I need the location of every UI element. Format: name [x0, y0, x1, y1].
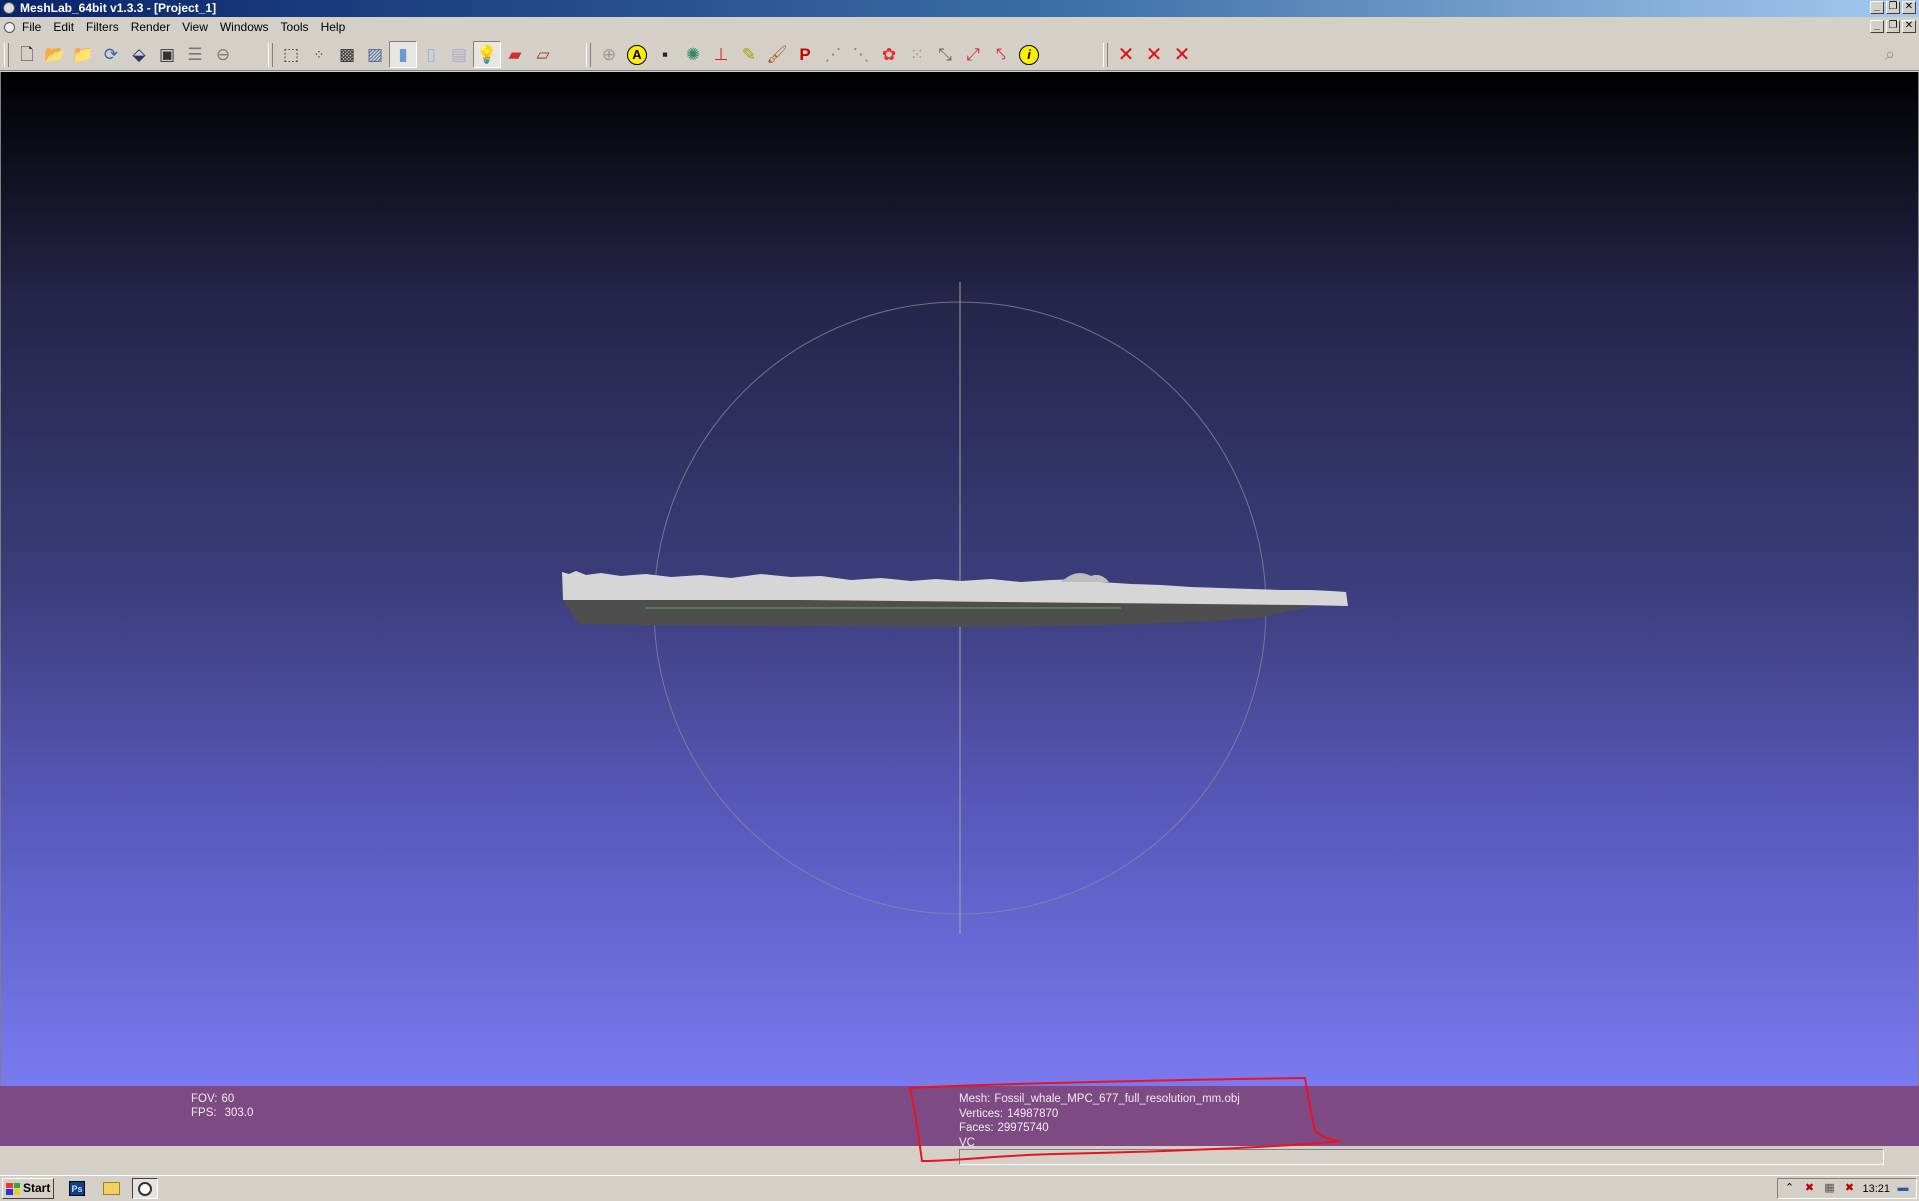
- doc-close-button[interactable]: ✕: [1902, 20, 1916, 33]
- delete-faces-icon[interactable]: ✕: [1140, 41, 1168, 68]
- axis-icon[interactable]: ⊥: [707, 41, 735, 68]
- windows-logo-icon: [6, 1182, 20, 1195]
- fps-label: FPS:: [191, 1107, 217, 1119]
- quality-icon[interactable]: ✿: [875, 41, 903, 68]
- explorer-quicklaunch[interactable]: [98, 1178, 124, 1199]
- system-tray: ⌃ ✖ ▦ ✖ 13:21 ▬: [1777, 1178, 1917, 1199]
- fov-value: 60: [221, 1093, 235, 1105]
- manual-align-icon[interactable]: ⤢: [959, 41, 987, 68]
- main-toolbar: 🗋 📂 📁 ⟳ ⬙ ▣ ☰ ⊖ ⬚ ⁘ ▩ ▨ ▮ ▯ ▤ 💡 ▰ ▱ ⊕ A …: [0, 38, 1919, 71]
- reload-icon[interactable]: ⟳: [97, 41, 125, 68]
- edit-toolbar: ⊕ A ▪ ✺ ⊥ ✎ 🖌 P ⋰ ⋱ ✿ ⁙ ⤡ ⤢ ⤣ i: [586, 41, 1043, 68]
- expand-tray-icon[interactable]: ⌃: [1782, 1182, 1796, 1195]
- menu-filters[interactable]: Filters: [80, 18, 125, 37]
- annotation-icon[interactable]: A: [623, 41, 651, 68]
- wireframe-icon[interactable]: ▩: [333, 41, 361, 68]
- 3d-viewport[interactable]: [0, 72, 1919, 1086]
- select-vertices-icon[interactable]: ⋱: [847, 41, 875, 68]
- meshlab-taskbar-button[interactable]: [132, 1178, 158, 1199]
- smooth-shading-icon[interactable]: ▯: [417, 41, 445, 68]
- security-icon[interactable]: ▬: [1896, 1182, 1910, 1195]
- texture-icon[interactable]: ▤: [445, 41, 473, 68]
- delete-vertices-icon[interactable]: ✕: [1168, 41, 1196, 68]
- select-faces-icon[interactable]: ⋰: [819, 41, 847, 68]
- align-icon[interactable]: P: [791, 41, 819, 68]
- raster-icon[interactable]: ▪: [651, 41, 679, 68]
- volume-icon[interactable]: ✖: [1842, 1182, 1856, 1195]
- document-window-controls: _ ❐ ✕: [1870, 20, 1916, 33]
- open-project-icon[interactable]: 📁: [69, 41, 97, 68]
- fov-label: FOV:: [191, 1093, 218, 1105]
- delete-toolbar: ✕ ✕ ✕: [1103, 41, 1196, 68]
- menu-help[interactable]: Help: [315, 18, 352, 37]
- clock[interactable]: 13:21: [1862, 1183, 1890, 1195]
- mesh-detail-bump: [1061, 573, 1109, 582]
- taskbar: Start Ps ⌃ ✖ ▦ ✖ 13:21 ▬: [0, 1175, 1919, 1201]
- toolbar-grip[interactable]: [586, 42, 591, 67]
- folder-icon: [102, 1182, 120, 1195]
- menu-tools[interactable]: Tools: [275, 18, 315, 37]
- new-document-icon[interactable]: 🗋: [13, 41, 41, 68]
- bounding-box-icon[interactable]: ⬚: [277, 41, 305, 68]
- delete-icon[interactable]: ✕: [1112, 41, 1140, 68]
- hidden-lines-icon[interactable]: ▨: [361, 41, 389, 68]
- window-controls: _ ❐ ✕: [1870, 1, 1916, 14]
- pick-points-icon[interactable]: ⤣: [987, 41, 1015, 68]
- measure-icon[interactable]: ⤡: [931, 41, 959, 68]
- window-title: MeshLab_64bit v1.3.3 - [Project_1]: [20, 1, 217, 15]
- open-folder-icon[interactable]: 📂: [41, 41, 69, 68]
- search-icon[interactable]: ⌕: [1885, 44, 1905, 64]
- info-icon[interactable]: i: [1015, 41, 1043, 68]
- document-icon[interactable]: [4, 22, 15, 33]
- fps-value: 303.0: [224, 1107, 254, 1119]
- display-icon[interactable]: ▦: [1822, 1182, 1836, 1195]
- backface-icon[interactable]: ▱: [529, 41, 557, 68]
- close-button[interactable]: ✕: [1902, 1, 1916, 14]
- toolbar-grip[interactable]: [268, 42, 273, 67]
- network-icon[interactable]: ✖: [1802, 1182, 1816, 1195]
- trackball-icon[interactable]: ⊕: [595, 41, 623, 68]
- photoshop-quicklaunch[interactable]: Ps: [64, 1178, 90, 1199]
- menu-render[interactable]: Render: [125, 18, 176, 37]
- toolbar-grip[interactable]: [4, 42, 9, 67]
- lighting-icon[interactable]: 💡: [473, 41, 501, 68]
- fancy-lighting-icon[interactable]: ▰: [501, 41, 529, 68]
- menu-windows[interactable]: Windows: [214, 18, 275, 37]
- flat-shading-icon[interactable]: ▮: [389, 41, 417, 68]
- vertex-color-icon[interactable]: ✺: [679, 41, 707, 68]
- menu-view[interactable]: View: [176, 18, 214, 37]
- camera-info: FOV: 60 FPS: 303.0: [191, 1092, 253, 1120]
- save-icon[interactable]: ⬙: [125, 41, 153, 68]
- photoshop-icon: Ps: [69, 1181, 85, 1196]
- doc-minimize-button[interactable]: _: [1870, 20, 1884, 33]
- scene: [562, 282, 1348, 934]
- title-bar: MeshLab_64bit v1.3.3 - [Project_1] _ ❐ ✕: [0, 0, 1919, 17]
- restore-button[interactable]: ❐: [1886, 1, 1900, 14]
- layers-icon[interactable]: ☰: [181, 41, 209, 68]
- menu-bar: File Edit Filters Render View Windows To…: [0, 18, 1919, 37]
- menu-edit[interactable]: Edit: [47, 18, 80, 37]
- reference-icon[interactable]: ⁙: [903, 41, 931, 68]
- doc-restore-button[interactable]: ❐: [1886, 20, 1900, 33]
- points-icon[interactable]: ⁘: [305, 41, 333, 68]
- snapshot-icon[interactable]: ▣: [153, 41, 181, 68]
- minimize-button[interactable]: _: [1870, 1, 1884, 14]
- toolbar-grip[interactable]: [1103, 42, 1108, 67]
- file-toolbar: 🗋 📂 📁 ⟳ ⬙ ▣ ☰ ⊖: [4, 41, 237, 68]
- menu-file[interactable]: File: [22, 18, 47, 37]
- red-highlight-annotation: [908, 1076, 1342, 1163]
- start-button[interactable]: Start: [2, 1178, 54, 1199]
- import-raster-icon[interactable]: ⊖: [209, 41, 237, 68]
- paint-icon[interactable]: ✎: [735, 41, 763, 68]
- meshlab-app-icon[interactable]: [3, 2, 15, 14]
- meshlab-icon: [138, 1181, 152, 1196]
- start-label: Start: [23, 1181, 51, 1195]
- brush-icon[interactable]: 🖌: [763, 41, 791, 68]
- render-toolbar: ⬚ ⁘ ▩ ▨ ▮ ▯ ▤ 💡 ▰ ▱: [268, 41, 557, 68]
